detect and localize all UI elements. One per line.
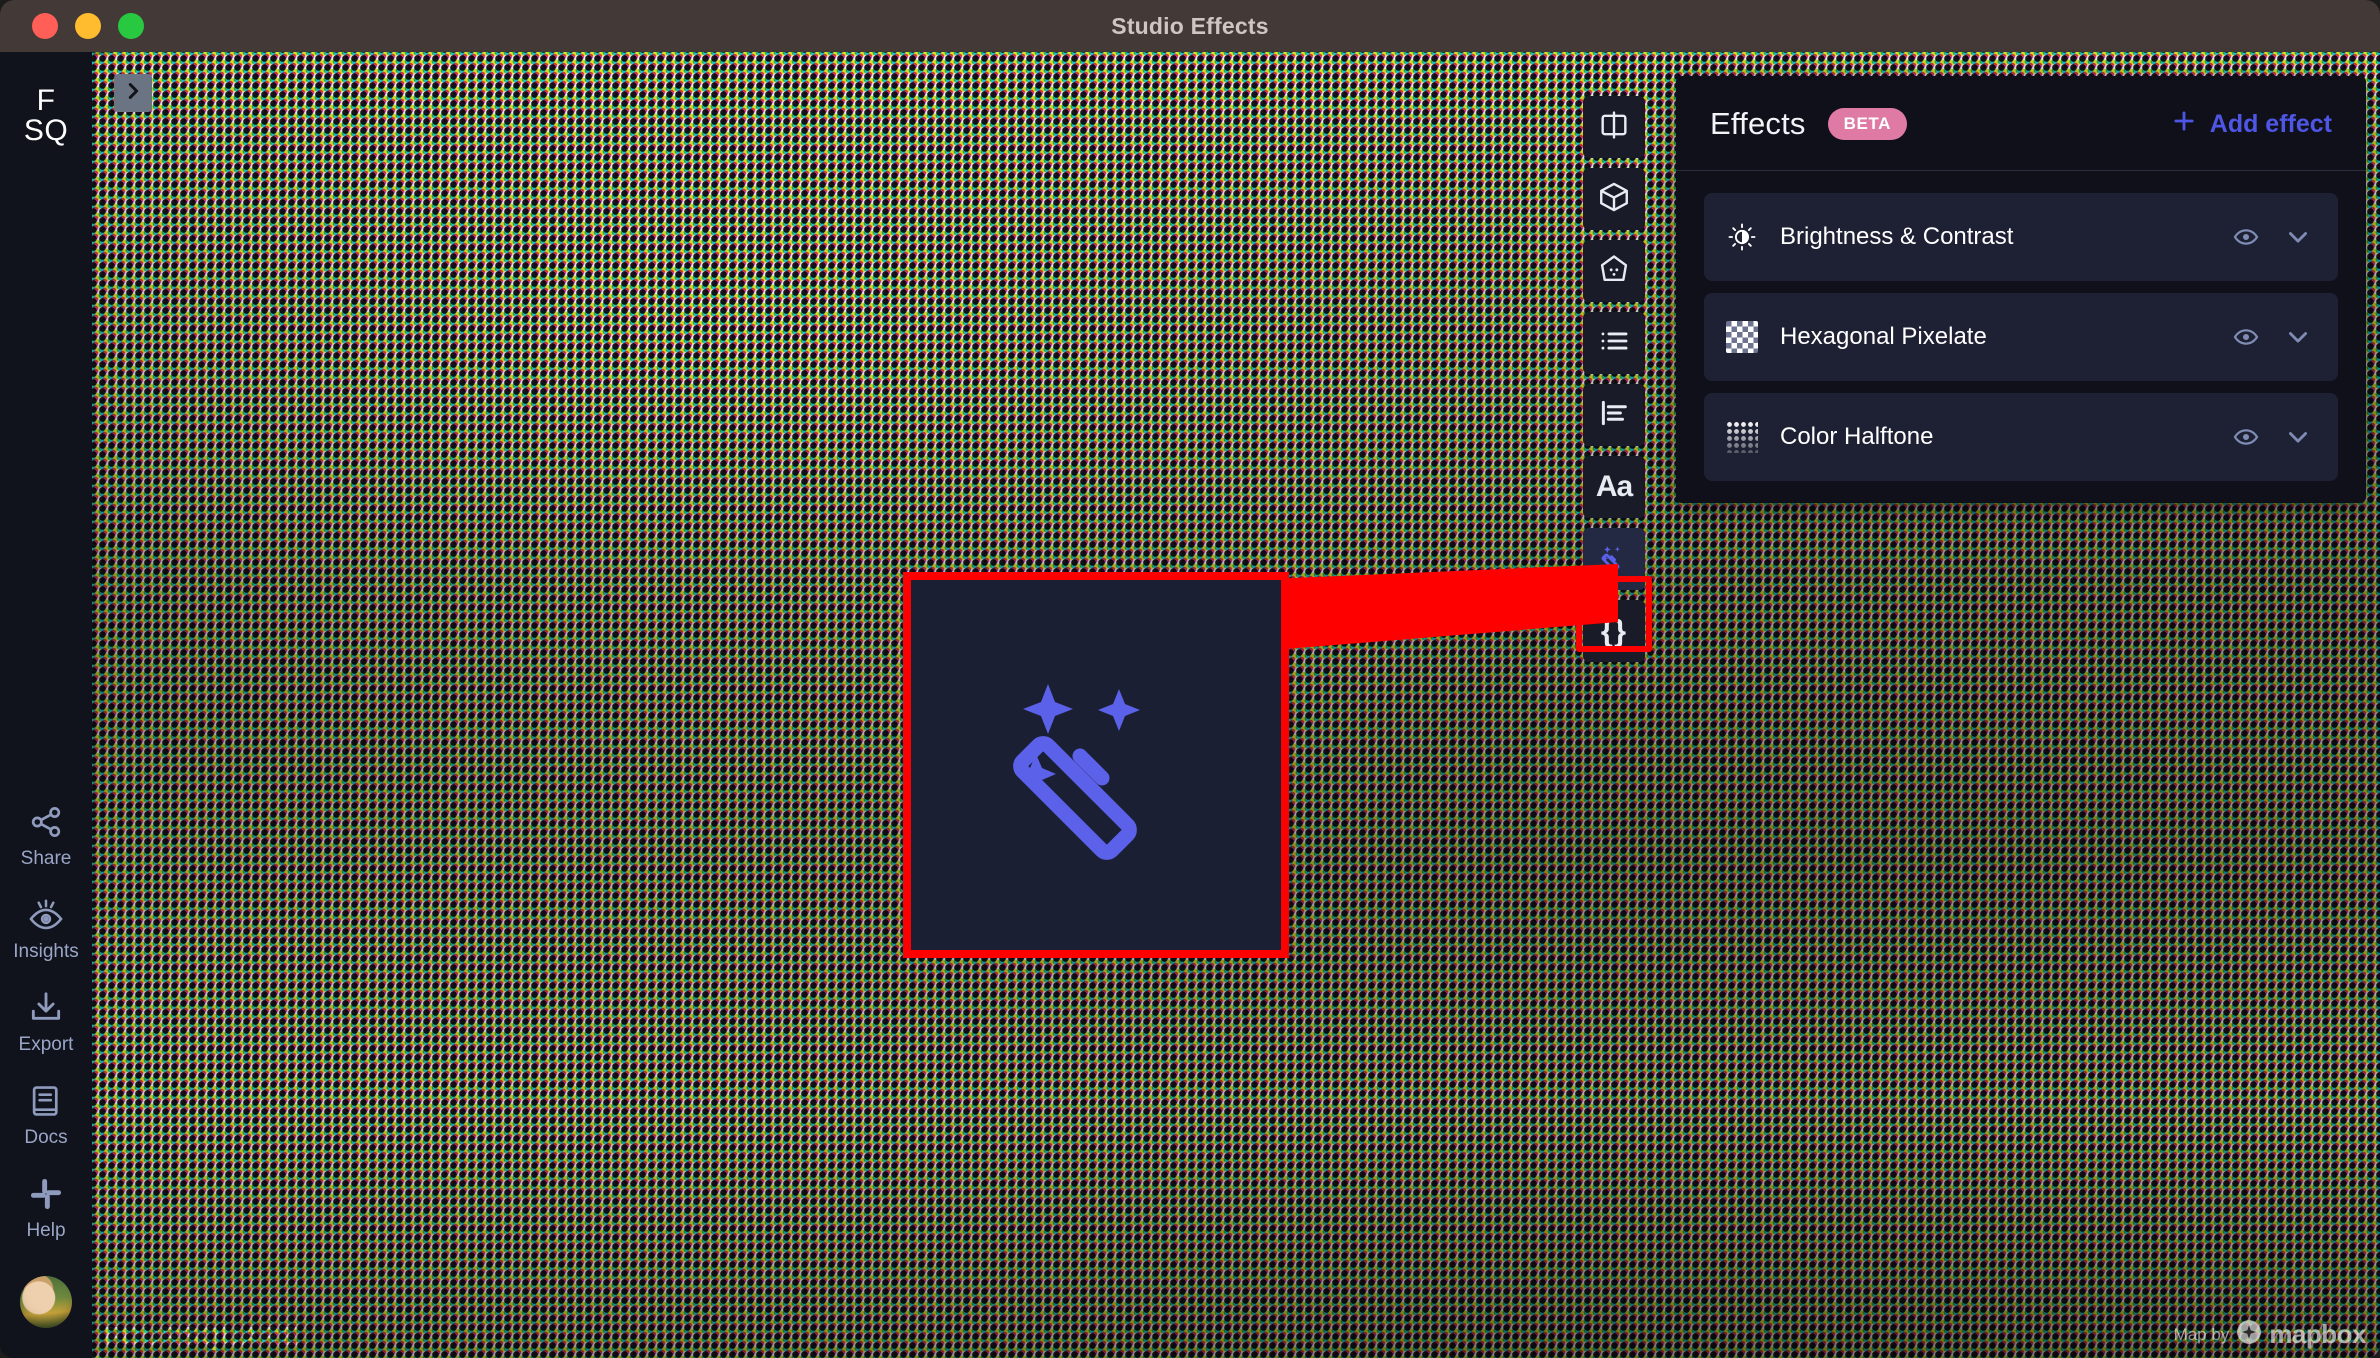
toolbar-button-layers[interactable] [1583, 312, 1645, 374]
eye-icon[interactable] [2232, 323, 2260, 351]
annotation-zoom-callout [903, 572, 1289, 958]
attribution-prefix: Map by [2173, 1324, 2230, 1344]
chevron-down-icon[interactable] [2284, 223, 2312, 251]
expand-panel-button[interactable] [114, 74, 152, 112]
effects-panel: Effects BETA Add effect Brightness & Con… [1676, 76, 2366, 503]
brand-logo[interactable]: F SQ [24, 86, 68, 146]
hexagonal-pixelate-icon [1726, 321, 1758, 353]
sidebar-item-label: Export [18, 1034, 74, 1055]
brand-logo-line2: SQ [23, 114, 69, 147]
effect-name: Brightness & Contrast [1780, 223, 2014, 250]
effect-name: Color Halftone [1780, 423, 1934, 450]
magic-wand-icon [1597, 540, 1631, 579]
window-title: Studio Effects [1111, 12, 1269, 39]
toolbar-button-layout[interactable] [1583, 96, 1645, 158]
sidebar-item-share[interactable]: Share [0, 789, 92, 882]
sidebar-item-insights[interactable]: Insights [0, 882, 92, 975]
app-window: Studio Effects F SQ Share Insights Expor… [0, 0, 2380, 1358]
sidebar-item-label: Share [20, 848, 72, 869]
download-export-icon [27, 989, 65, 1027]
toolbar-button-chart[interactable] [1583, 384, 1645, 446]
effect-row-actions [2232, 323, 2312, 351]
chevron-down-icon[interactable] [2284, 323, 2312, 351]
effect-row-actions [2232, 423, 2312, 451]
slack-help-icon [27, 1175, 65, 1213]
effects-panel-header: Effects BETA Add effect [1676, 76, 2366, 171]
eye-icon[interactable] [2232, 423, 2260, 451]
add-effect-label: Add effect [2209, 109, 2332, 138]
code-braces-icon: {} [1600, 613, 1628, 648]
map-toolbar: Aa {} [1583, 96, 1645, 662]
effect-row-actions [2232, 223, 2312, 251]
brand-logo-line1: F [36, 84, 56, 117]
toolbar-button-3d[interactable] [1583, 168, 1645, 230]
effect-row-hexagonal-pixelate[interactable]: Hexagonal Pixelate [1704, 293, 2338, 381]
sidebar-item-label: Insights [13, 941, 79, 962]
chevron-right-icon [122, 80, 144, 107]
mapbox-logo-icon [2236, 1319, 2262, 1350]
toolbar-button-text[interactable]: Aa [1583, 456, 1645, 518]
chevron-down-icon[interactable] [2284, 423, 2312, 451]
effect-row-brightness-contrast[interactable]: Brightness & Contrast [1704, 193, 2338, 281]
toolbar-button-code[interactable]: {} [1583, 600, 1645, 662]
terrain-icon [1597, 252, 1631, 291]
effect-name: Hexagonal Pixelate [1780, 323, 1987, 350]
sidebar-item-label: Docs [24, 1127, 68, 1148]
panel-title: Effects [1710, 106, 1806, 141]
effects-list: Brightness & Contrast Hexagonal Pixelate… [1676, 171, 2366, 481]
cube-3d-icon [1597, 180, 1631, 219]
window-titlebar: Studio Effects [0, 0, 2380, 52]
magic-wand-icon [976, 643, 1216, 888]
sidebar-item-export[interactable]: Export [0, 975, 92, 1068]
toolbar-button-effects[interactable] [1583, 528, 1645, 590]
share-icon [27, 803, 65, 841]
list-layers-icon [1597, 324, 1631, 363]
plus-icon [2171, 108, 2197, 141]
add-effect-button[interactable]: Add effect [2171, 108, 2332, 141]
sidebar-item-label: Help [26, 1220, 66, 1241]
left-sidebar: F SQ Share Insights Export Docs Help [0, 52, 92, 1358]
attribution-mapbox[interactable]: Map by mapbox [2173, 1319, 2367, 1350]
sidebar-item-help[interactable]: Help [0, 1161, 92, 1254]
sidebar-item-docs[interactable]: Docs [0, 1068, 92, 1161]
toolbar-button-terrain[interactable] [1583, 240, 1645, 302]
avatar[interactable] [20, 1276, 72, 1328]
eye-insights-icon [27, 896, 65, 934]
brightness-contrast-icon [1726, 221, 1758, 253]
color-halftone-icon [1726, 421, 1758, 453]
beta-badge: BETA [1827, 108, 1908, 140]
split-panel-icon [1597, 108, 1631, 147]
attribution-provider: mapbox [2269, 1319, 2366, 1349]
text-aa-icon: Aa [1595, 470, 1633, 503]
eye-icon[interactable] [2232, 223, 2260, 251]
effect-row-color-halftone[interactable]: Color Halftone [1704, 393, 2338, 481]
bar-chart-icon [1597, 396, 1631, 435]
book-docs-icon [27, 1082, 65, 1120]
